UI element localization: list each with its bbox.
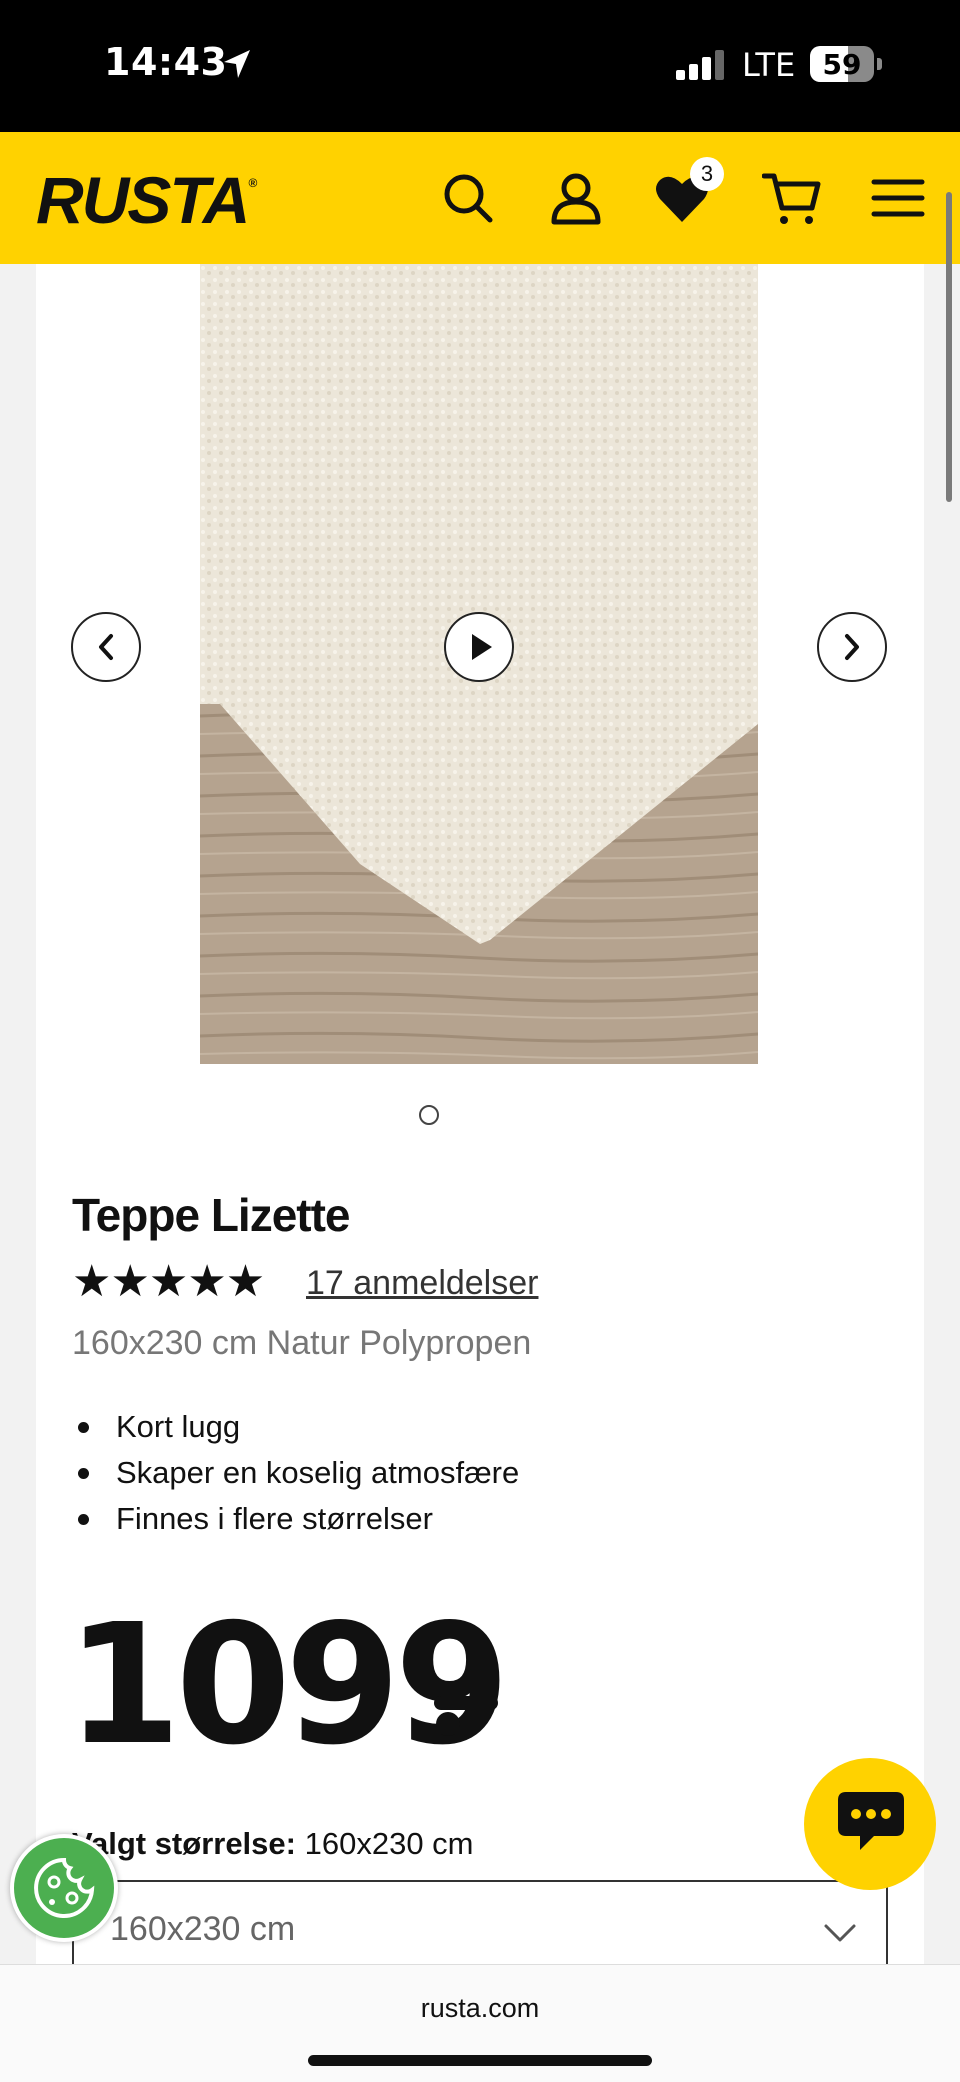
chat-button[interactable] <box>804 1758 936 1890</box>
product-price: 1099 <box>66 1589 510 1782</box>
product-subtitle: 160x230 cm Natur Polypropen <box>72 1324 532 1362</box>
cookie-icon <box>34 1857 95 1918</box>
user-icon[interactable] <box>546 168 606 228</box>
location-arrow-icon <box>224 50 250 78</box>
url-display[interactable]: rusta.com <box>0 1993 960 2024</box>
selected-size-label: Valgt størrelse: 160x230 cm <box>72 1826 474 1862</box>
gallery-prev-button[interactable] <box>71 612 141 682</box>
rating-stars: ★★★★★ <box>72 1257 265 1306</box>
feature-item: Kort lugg <box>72 1404 519 1450</box>
chat-bubble-icon <box>838 1792 904 1850</box>
home-indicator[interactable] <box>308 2055 652 2066</box>
page-scrollbar[interactable] <box>946 192 952 502</box>
menu-icon[interactable] <box>870 168 930 228</box>
browser-bottom-bar: rusta.com <box>0 1964 960 2082</box>
product-gallery <box>36 264 924 1064</box>
gallery-next-button[interactable] <box>817 612 887 682</box>
feature-item: Skaper en koselig atmosfære <box>72 1450 519 1496</box>
selected-size-value: 160x230 cm <box>304 1826 474 1861</box>
reviews-link[interactable]: 17 anmeldelser <box>306 1264 538 1303</box>
product-card: Teppe Lizette ★★★★★ 17 anmeldelser 160x2… <box>36 264 924 1980</box>
feature-item: Finnes i flere størrelser <box>72 1496 519 1542</box>
play-icon <box>472 634 492 660</box>
play-video-button[interactable] <box>444 612 514 682</box>
gallery-dot[interactable] <box>419 1105 439 1125</box>
logo-registered-mark: ® <box>248 176 257 190</box>
search-icon[interactable] <box>438 168 498 228</box>
battery-tip <box>877 58 882 70</box>
rusta-logo[interactable]: RUSTA® <box>36 162 257 238</box>
network-type: LTE <box>742 46 796 84</box>
cart-icon[interactable] <box>762 168 822 228</box>
battery-level: 59 <box>822 48 862 81</box>
price-suffix-dash <box>434 1696 498 1736</box>
product-title: Teppe Lizette <box>72 1189 351 1241</box>
status-bar: 14:43 LTE 59 <box>0 0 960 132</box>
chevron-left-icon <box>99 634 113 660</box>
logo-text: RUSTA <box>36 163 250 237</box>
battery-icon: 59 <box>810 46 874 82</box>
wishlist-count-badge: 3 <box>690 157 724 191</box>
cookie-settings-button[interactable] <box>10 1834 118 1942</box>
chevron-down-icon <box>824 1924 856 1942</box>
size-select-value: 160x230 cm <box>110 1910 296 1948</box>
status-time: 14:43 <box>104 40 228 84</box>
site-header: RUSTA® 3 <box>0 132 960 264</box>
feature-list: Kort lugg Skaper en koselig atmosfære Fi… <box>72 1404 519 1542</box>
chevron-right-icon <box>845 634 859 660</box>
signal-icon <box>676 50 726 80</box>
